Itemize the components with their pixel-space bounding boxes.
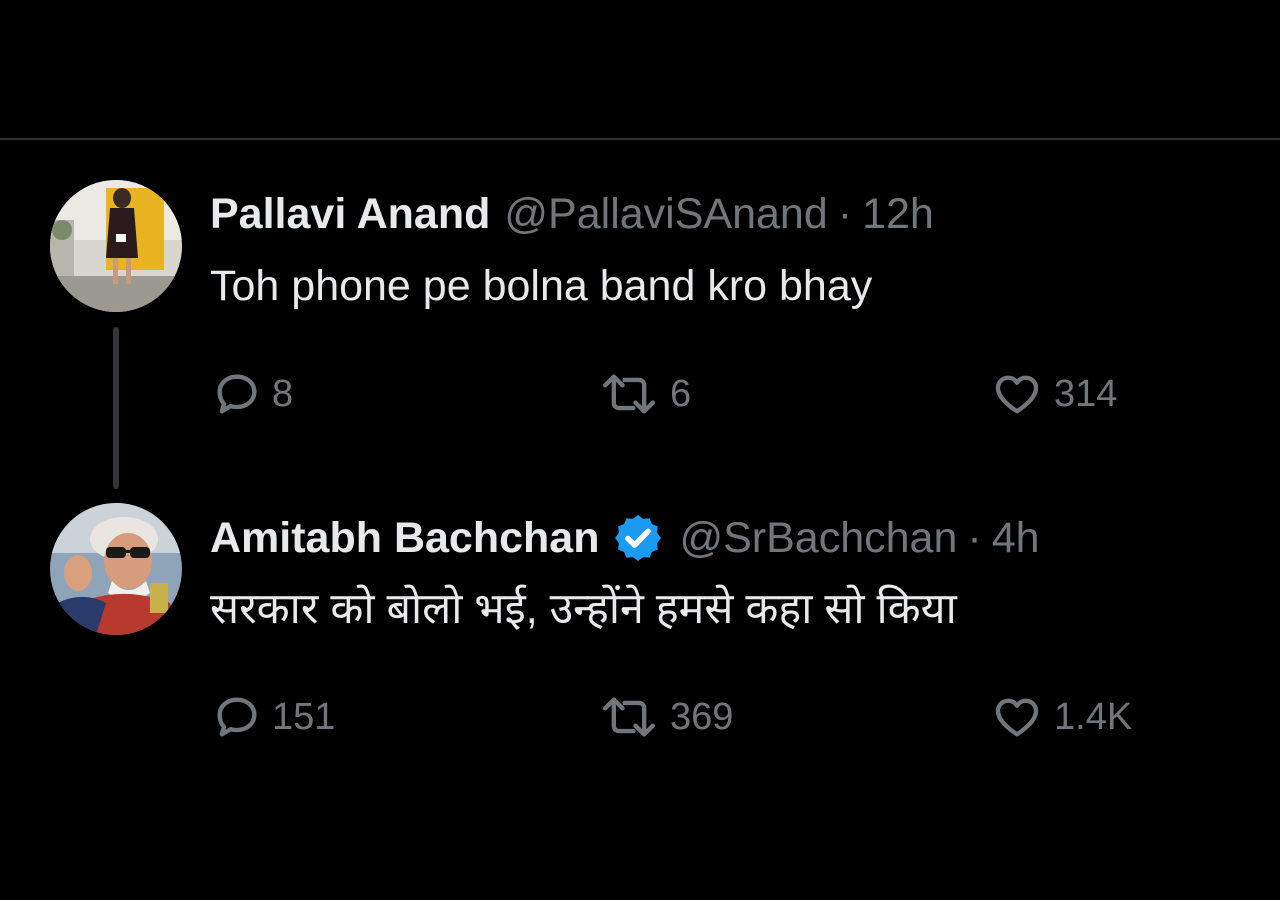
comment-icon xyxy=(217,697,257,737)
retweet-count: 369 xyxy=(670,695,734,738)
comment-icon xyxy=(217,374,257,414)
reply-button[interactable]: 151 xyxy=(210,691,335,743)
retweet-button[interactable]: 369 xyxy=(596,691,733,743)
avatar-photo-icon xyxy=(50,180,182,312)
separator-dot: · xyxy=(837,190,853,238)
like-count: 314 xyxy=(1054,372,1118,415)
retweet-icon xyxy=(603,697,655,737)
tweet-actions: 151 369 1.4K xyxy=(210,691,1170,743)
thread-connector-line xyxy=(113,327,119,489)
timestamp[interactable]: 12h xyxy=(862,188,934,240)
heart-icon xyxy=(995,698,1039,737)
tweet-text: Toh phone pe bolna band kro bhay xyxy=(210,262,873,310)
tweet-header: Amitabh Bachchan @SrBachchan · 4h xyxy=(210,511,1040,565)
author-name[interactable]: Pallavi Anand xyxy=(210,188,490,240)
author-name[interactable]: Amitabh Bachchan xyxy=(210,512,599,564)
like-button[interactable]: 1.4K xyxy=(988,691,1132,743)
retweet-button[interactable]: 6 xyxy=(596,368,691,420)
tweet-header: Pallavi Anand @PallaviSAnand · 12h xyxy=(210,188,934,240)
avatar[interactable] xyxy=(50,180,182,312)
separator-dot: · xyxy=(967,514,982,562)
reply-count: 8 xyxy=(272,372,294,415)
author-handle[interactable]: @PallaviSAnand xyxy=(504,188,827,240)
tweet-text: सरकार को बोलो भई, उन्होंने हमसे कहा सो क… xyxy=(210,585,957,633)
reply-button[interactable]: 8 xyxy=(210,368,293,420)
reply-count: 151 xyxy=(272,695,336,738)
like-count: 1.4K xyxy=(1054,695,1133,738)
retweet-count: 6 xyxy=(670,372,692,415)
avatar[interactable] xyxy=(50,503,182,635)
tweet-actions: 8 6 314 xyxy=(210,368,1170,420)
avatar-photo-icon xyxy=(50,503,182,635)
top-divider xyxy=(0,138,1280,140)
thread-view: Pallavi Anand @PallaviSAnand · 12h Toh p… xyxy=(0,0,1280,900)
retweet-icon xyxy=(603,374,655,414)
heart-icon xyxy=(995,375,1039,414)
verified-badge-icon[interactable] xyxy=(611,511,665,565)
timestamp[interactable]: 4h xyxy=(992,512,1040,564)
author-handle[interactable]: @SrBachchan xyxy=(679,512,957,564)
like-button[interactable]: 314 xyxy=(988,368,1117,420)
